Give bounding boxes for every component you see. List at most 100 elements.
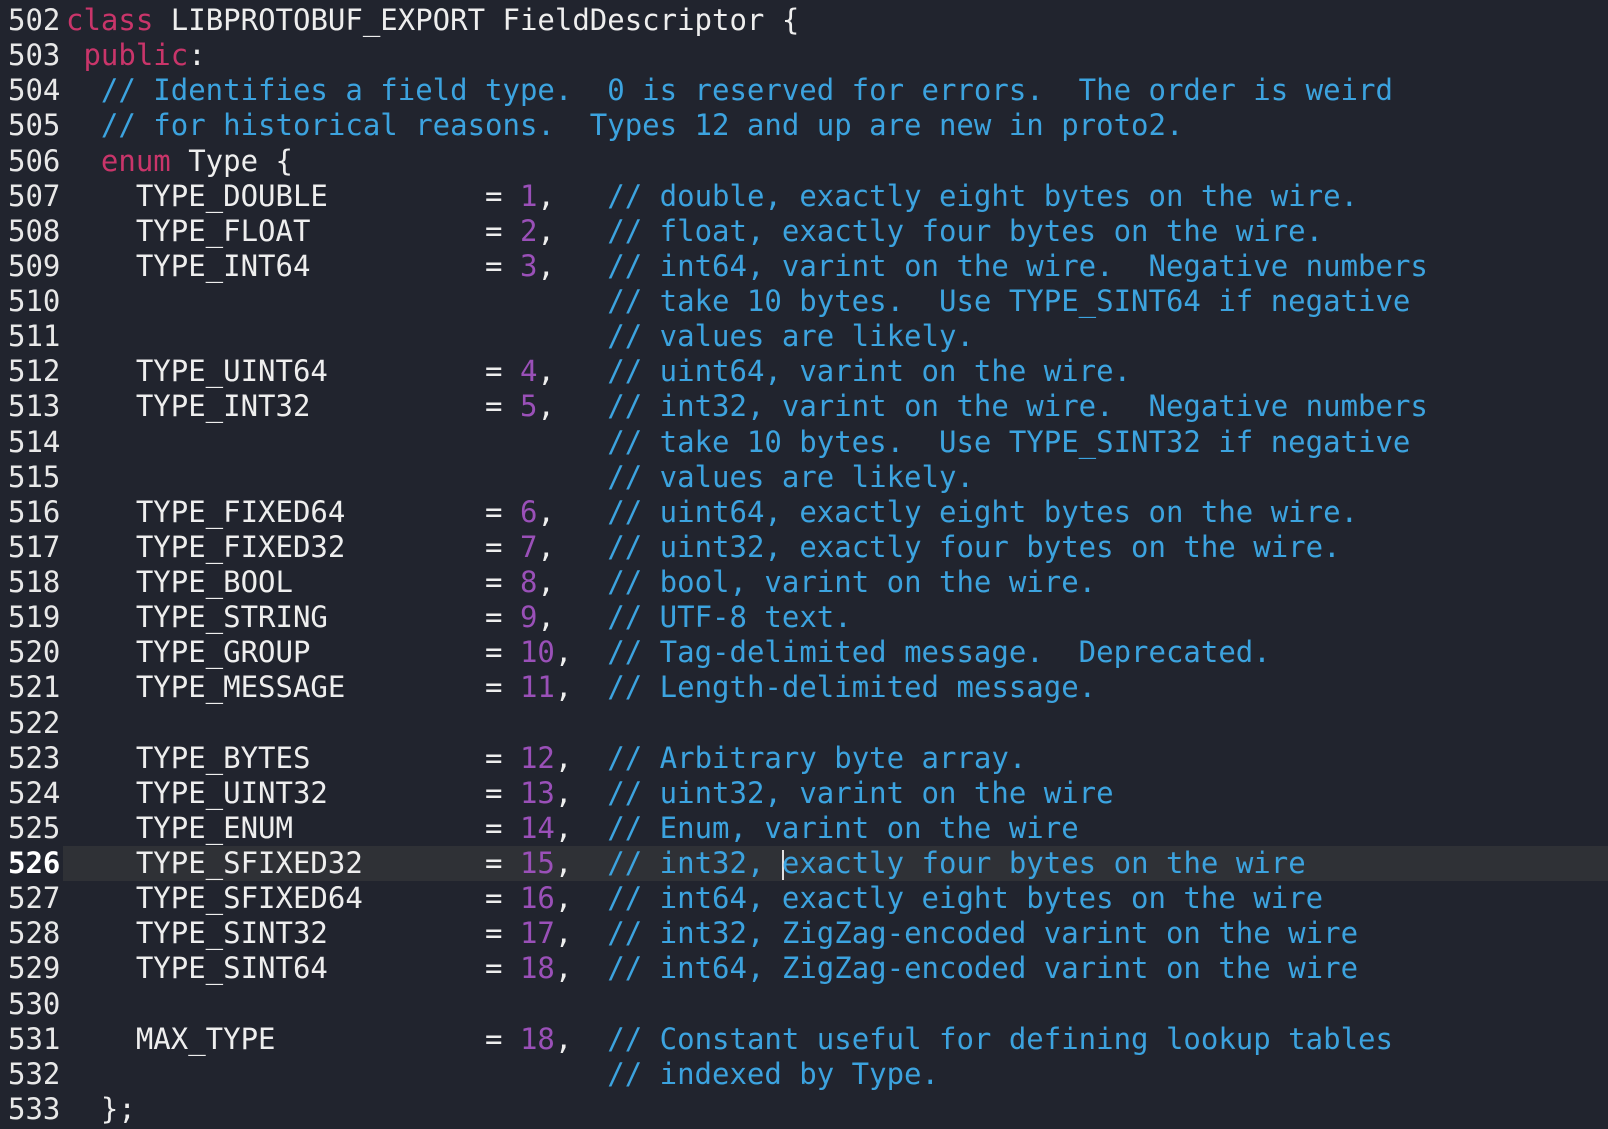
line-number: 533 xyxy=(8,1091,61,1126)
keyword-token: public xyxy=(83,38,189,73)
line-number: 529 xyxy=(8,951,61,986)
code-line[interactable]: 504 // Identifies a field type. 0 is res… xyxy=(0,73,1608,108)
number-token: 10 xyxy=(519,635,555,670)
line-content[interactable]: TYPE_FIXED64 = 6, // uint64, exactly eig… xyxy=(63,495,1608,530)
line-content[interactable]: TYPE_BOOL = 8, // bool, varint on the wi… xyxy=(63,565,1608,600)
code-line[interactable]: 522 xyxy=(0,706,1608,741)
code-text: , xyxy=(554,775,608,810)
code-text: , xyxy=(537,529,608,564)
code-line[interactable]: 533 }; xyxy=(0,1092,1608,1127)
code-line[interactable]: 518 TYPE_BOOL = 8, // bool, varint on th… xyxy=(0,565,1608,600)
code-line[interactable]: 530 xyxy=(0,987,1608,1022)
code-line[interactable]: 520 TYPE_GROUP = 10, // Tag-delimited me… xyxy=(0,635,1608,670)
line-content[interactable]: TYPE_UINT32 = 13, // uint32, varint on t… xyxy=(63,776,1608,811)
comment-token: // uint32, varint on the wire xyxy=(607,775,1114,810)
code-line[interactable]: 523 TYPE_BYTES = 12, // Arbitrary byte a… xyxy=(0,741,1608,776)
line-content[interactable]: // for historical reasons. Types 12 and … xyxy=(63,108,1608,143)
line-number: 522 xyxy=(8,705,61,740)
line-content[interactable]: TYPE_ENUM = 14, // Enum, varint on the w… xyxy=(63,811,1608,846)
code-line[interactable]: 507 TYPE_DOUBLE = 1, // double, exactly … xyxy=(0,179,1608,214)
line-number: 512 xyxy=(8,354,61,389)
code-text: , xyxy=(554,810,608,845)
current-code-line[interactable]: 526 TYPE_SFIXED32 = 15, // int32, exactl… xyxy=(0,846,1608,882)
code-line[interactable]: 515 // values are likely. xyxy=(0,460,1608,495)
line-content[interactable]: // Identifies a field type. 0 is reserve… xyxy=(63,73,1608,108)
code-text: LIBPROTOBUF_EXPORT FieldDescriptor { xyxy=(153,3,800,37)
comment-token: // int64, varint on the wire. Negative n… xyxy=(607,248,1428,283)
code-line[interactable]: 505 // for historical reasons. Types 12 … xyxy=(0,108,1608,143)
line-content[interactable]: // take 10 bytes. Use TYPE_SINT32 if neg… xyxy=(63,425,1608,460)
code-text: TYPE_BYTES = xyxy=(66,740,520,775)
line-content[interactable]: }; xyxy=(63,1092,1608,1127)
line-content[interactable]: TYPE_UINT64 = 4, // uint64, varint on th… xyxy=(63,354,1608,389)
code-line[interactable]: 531 MAX_TYPE = 18, // Constant useful fo… xyxy=(0,1022,1608,1057)
line-content[interactable]: enum Type { xyxy=(63,144,1608,179)
line-number: 532 xyxy=(8,1056,61,1091)
line-number: 524 xyxy=(8,775,61,810)
code-line[interactable]: 508 TYPE_FLOAT = 2, // float, exactly fo… xyxy=(0,214,1608,249)
code-line[interactable]: 519 TYPE_STRING = 9, // UTF-8 text. xyxy=(0,600,1608,635)
line-content[interactable]: TYPE_DOUBLE = 1, // double, exactly eigh… xyxy=(63,179,1608,214)
code-text: : xyxy=(188,38,206,73)
line-number: 515 xyxy=(8,459,61,494)
code-line[interactable]: 512 TYPE_UINT64 = 4, // uint64, varint o… xyxy=(0,354,1608,389)
code-line[interactable]: 502 class LIBPROTOBUF_EXPORT FieldDescrip… xyxy=(0,3,1608,38)
comment-token: // int64, ZigZag-encoded varint on the w… xyxy=(607,951,1359,986)
line-content[interactable]: // values are likely. xyxy=(63,460,1608,495)
code-line[interactable]: 513 TYPE_INT32 = 5, // int32, varint on … xyxy=(0,389,1608,424)
line-number: 506 xyxy=(8,143,61,178)
code-text: TYPE_UINT64 = xyxy=(66,354,520,389)
line-content[interactable]: TYPE_SINT64 = 18, // int64, ZigZag-encod… xyxy=(63,951,1608,986)
line-content[interactable]: MAX_TYPE = 18, // Constant useful for de… xyxy=(63,1022,1608,1057)
code-line[interactable]: 509 TYPE_INT64 = 3, // int64, varint on … xyxy=(0,249,1608,284)
code-line[interactable]: 503 public: xyxy=(0,38,1608,73)
code-line[interactable]: 525 TYPE_ENUM = 14, // Enum, varint on t… xyxy=(0,811,1608,846)
code-line[interactable]: 527 TYPE_SFIXED64 = 16, // int64, exactl… xyxy=(0,881,1608,916)
line-content[interactable]: class LIBPROTOBUF_EXPORT FieldDescriptor… xyxy=(63,3,1608,38)
code-line[interactable]: 524 TYPE_UINT32 = 13, // uint32, varint … xyxy=(0,776,1608,811)
line-content[interactable]: public: xyxy=(63,38,1608,73)
comment-token: // int32, ZigZag-encoded varint on the w… xyxy=(607,916,1359,951)
comment-token: // float, exactly four bytes on the wire… xyxy=(607,213,1324,248)
number-token: 18 xyxy=(519,1021,555,1056)
line-content[interactable]: TYPE_SFIXED64 = 16, // int64, exactly ei… xyxy=(63,881,1608,916)
code-line[interactable]: 528 TYPE_SINT32 = 17, // int32, ZigZag-e… xyxy=(0,916,1608,951)
code-line[interactable]: 510 // take 10 bytes. Use TYPE_SINT64 if… xyxy=(0,284,1608,319)
line-content[interactable]: TYPE_GROUP = 10, // Tag-delimited messag… xyxy=(63,635,1608,670)
line-content[interactable]: TYPE_STRING = 9, // UTF-8 text. xyxy=(63,600,1608,635)
code-text: , xyxy=(537,389,608,424)
number-token: 5 xyxy=(519,389,538,424)
line-content[interactable]: TYPE_MESSAGE = 11, // Length-delimited m… xyxy=(63,670,1608,705)
line-content[interactable]: TYPE_SINT32 = 17, // int32, ZigZag-encod… xyxy=(63,916,1608,951)
line-content[interactable]: // values are likely. xyxy=(63,319,1608,354)
number-token: 12 xyxy=(519,740,555,775)
code-text: TYPE_ENUM = xyxy=(66,810,520,845)
line-content[interactable]: TYPE_INT64 = 3, // int64, varint on the … xyxy=(63,249,1608,284)
keyword-token: class xyxy=(66,3,154,37)
comment-token: // int32, varint on the wire. Negative n… xyxy=(607,389,1428,424)
code-text: Type { xyxy=(170,143,293,178)
line-content[interactable]: TYPE_SFIXED32 = 15, // int32, exactly fo… xyxy=(63,846,1608,882)
line-content[interactable]: TYPE_FIXED32 = 7, // uint32, exactly fou… xyxy=(63,530,1608,565)
code-line[interactable]: 532 // indexed by Type. xyxy=(0,1057,1608,1092)
code-editor[interactable]: 502 class LIBPROTOBUF_EXPORT FieldDescrip… xyxy=(0,0,1608,1129)
code-text: TYPE_SFIXED64 = xyxy=(66,881,520,916)
line-content[interactable]: TYPE_BYTES = 12, // Arbitrary byte array… xyxy=(63,741,1608,776)
line-content[interactable]: // indexed by Type. xyxy=(63,1057,1608,1092)
code-line[interactable]: 506 enum Type { xyxy=(0,144,1608,179)
line-content[interactable]: // take 10 bytes. Use TYPE_SINT64 if neg… xyxy=(63,284,1608,319)
comment-token: // UTF-8 text. xyxy=(607,600,852,635)
line-number: 513 xyxy=(8,389,61,424)
code-line[interactable]: 521 TYPE_MESSAGE = 11, // Length-delimit… xyxy=(0,670,1608,705)
keyword-token: enum xyxy=(100,143,171,178)
code-line[interactable]: 529 TYPE_SINT64 = 18, // int64, ZigZag-e… xyxy=(0,951,1608,986)
line-content[interactable]: TYPE_FLOAT = 2, // float, exactly four b… xyxy=(63,214,1608,249)
code-line[interactable]: 516 TYPE_FIXED64 = 6, // uint64, exactly… xyxy=(0,495,1608,530)
code-line[interactable]: 514 // take 10 bytes. Use TYPE_SINT32 if… xyxy=(0,425,1608,460)
line-content[interactable]: TYPE_INT32 = 5, // int32, varint on the … xyxy=(63,389,1608,424)
code-line[interactable]: 511 // values are likely. xyxy=(0,319,1608,354)
code-line[interactable]: 517 TYPE_FIXED32 = 7, // uint32, exactly… xyxy=(0,530,1608,565)
